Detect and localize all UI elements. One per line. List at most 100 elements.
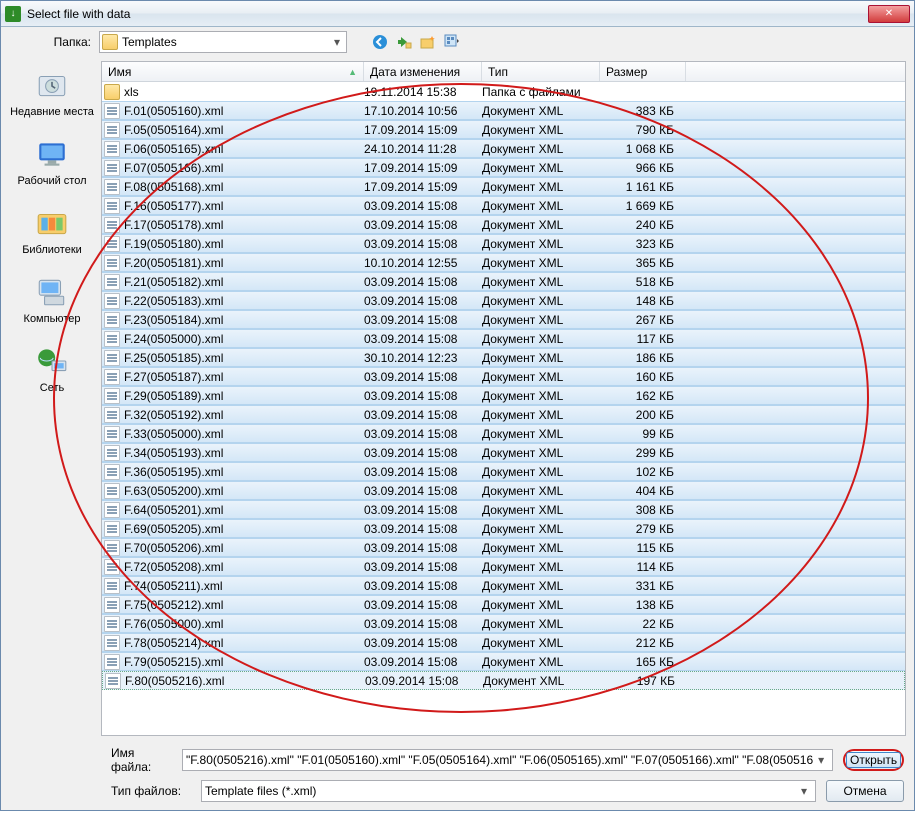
file-size: 267 КБ xyxy=(600,313,680,327)
file-row[interactable]: F.74(0505211).xml03.09.2014 15:08Докумен… xyxy=(102,576,905,595)
file-row[interactable]: F.05(0505164).xml17.09.2014 15:09Докумен… xyxy=(102,120,905,139)
file-name: F.79(0505215).xml xyxy=(124,655,364,669)
folder-dropdown[interactable]: Templates ▾ xyxy=(99,31,347,53)
file-row[interactable]: F.25(0505185).xml30.10.2014 12:23Докумен… xyxy=(102,348,905,367)
file-list: Имя▲ Дата изменения Тип Размер xls19.11.… xyxy=(101,61,906,736)
file-date: 03.09.2014 15:08 xyxy=(364,522,482,536)
file-row[interactable]: F.06(0505165).xml24.10.2014 11:28Докумен… xyxy=(102,139,905,158)
col-type[interactable]: Тип xyxy=(482,62,600,81)
filename-label: Имя файла: xyxy=(111,746,172,774)
file-size: 308 КБ xyxy=(600,503,680,517)
file-row[interactable]: F.72(0505208).xml03.09.2014 15:08Докумен… xyxy=(102,557,905,576)
views-button[interactable] xyxy=(443,33,461,51)
xml-file-icon xyxy=(104,654,120,670)
file-date: 03.09.2014 15:08 xyxy=(364,598,482,612)
folder-icon xyxy=(104,84,120,100)
file-row[interactable]: F.32(0505192).xml03.09.2014 15:08Докумен… xyxy=(102,405,905,424)
file-row[interactable]: F.24(0505000).xml03.09.2014 15:08Докумен… xyxy=(102,329,905,348)
file-row[interactable]: F.34(0505193).xml03.09.2014 15:08Докумен… xyxy=(102,443,905,462)
file-type: Документ XML xyxy=(482,218,600,232)
file-row[interactable]: F.22(0505183).xml03.09.2014 15:08Докумен… xyxy=(102,291,905,310)
file-row[interactable]: F.76(0505000).xml03.09.2014 15:08Докумен… xyxy=(102,614,905,633)
col-size[interactable]: Размер xyxy=(600,62,686,81)
filename-input[interactable]: "F.80(0505216).xml" "F.01(0505160).xml" … xyxy=(182,749,833,771)
xml-file-icon xyxy=(104,502,120,518)
file-row[interactable]: F.16(0505177).xml03.09.2014 15:08Докумен… xyxy=(102,196,905,215)
file-size: 22 КБ xyxy=(600,617,680,631)
file-row[interactable]: F.64(0505201).xml03.09.2014 15:08Докумен… xyxy=(102,500,905,519)
file-name: F.72(0505208).xml xyxy=(124,560,364,574)
up-one-level-button[interactable] xyxy=(395,33,413,51)
file-row[interactable]: F.21(0505182).xml03.09.2014 15:08Докумен… xyxy=(102,272,905,291)
file-size: 240 КБ xyxy=(600,218,680,232)
file-row[interactable]: F.79(0505215).xml03.09.2014 15:08Докумен… xyxy=(102,652,905,671)
xml-file-icon xyxy=(104,350,120,366)
file-size: 383 КБ xyxy=(600,104,680,118)
file-row[interactable]: F.70(0505206).xml03.09.2014 15:08Докумен… xyxy=(102,538,905,557)
file-row[interactable]: F.63(0505200).xml03.09.2014 15:08Докумен… xyxy=(102,481,905,500)
file-name: F.08(0505168).xml xyxy=(124,180,364,194)
file-size: 299 КБ xyxy=(600,446,680,460)
file-row[interactable]: F.75(0505212).xml03.09.2014 15:08Докумен… xyxy=(102,595,905,614)
xml-file-icon xyxy=(104,464,120,480)
folder-row[interactable]: xls19.11.2014 15:38Папка с файлами xyxy=(102,82,905,101)
file-size: 365 КБ xyxy=(600,256,680,270)
col-name[interactable]: Имя▲ xyxy=(102,62,364,81)
xml-file-icon xyxy=(104,445,120,461)
file-name: F.80(0505216).xml xyxy=(125,674,365,688)
place-computer[interactable]: Компьютер xyxy=(24,274,81,325)
chevron-down-icon[interactable]: ▾ xyxy=(796,784,812,798)
place-network[interactable]: Сеть xyxy=(34,343,70,394)
file-size: 212 КБ xyxy=(600,636,680,650)
filetype-dropdown[interactable]: Template files (*.xml) ▾ xyxy=(201,780,816,802)
file-row[interactable]: F.69(0505205).xml03.09.2014 15:08Докумен… xyxy=(102,519,905,538)
file-date: 03.09.2014 15:08 xyxy=(364,218,482,232)
file-row[interactable]: F.78(0505214).xml03.09.2014 15:08Докумен… xyxy=(102,633,905,652)
chevron-down-icon: ▾ xyxy=(330,35,344,49)
file-row[interactable]: F.19(0505180).xml03.09.2014 15:08Докумен… xyxy=(102,234,905,253)
chevron-down-icon[interactable]: ▾ xyxy=(813,753,829,767)
file-row[interactable]: F.33(0505000).xml03.09.2014 15:08Докумен… xyxy=(102,424,905,443)
window-title: Select file with data xyxy=(27,7,868,21)
close-button[interactable]: ✕ xyxy=(868,5,910,23)
file-name: xls xyxy=(124,85,364,99)
file-row[interactable]: F.80(0505216).xml03.09.2014 15:08Докумен… xyxy=(102,671,905,690)
file-name: F.24(0505000).xml xyxy=(124,332,364,346)
file-row[interactable]: F.07(0505166).xml17.09.2014 15:09Докумен… xyxy=(102,158,905,177)
file-date: 03.09.2014 15:08 xyxy=(364,408,482,422)
place-libraries[interactable]: Библиотеки xyxy=(22,205,82,256)
file-date: 03.09.2014 15:08 xyxy=(364,389,482,403)
file-row[interactable]: F.36(0505195).xml03.09.2014 15:08Докумен… xyxy=(102,462,905,481)
file-size: 117 КБ xyxy=(600,332,680,346)
filetype-value: Template files (*.xml) xyxy=(205,784,796,798)
file-date: 19.11.2014 15:38 xyxy=(364,85,482,99)
file-name: F.20(0505181).xml xyxy=(124,256,364,270)
file-size: 138 КБ xyxy=(600,598,680,612)
place-recent[interactable]: Недавние места xyxy=(10,67,94,118)
file-row[interactable]: F.29(0505189).xml03.09.2014 15:08Докумен… xyxy=(102,386,905,405)
xml-file-icon xyxy=(104,388,120,404)
file-size: 279 КБ xyxy=(600,522,680,536)
file-row[interactable]: F.08(0505168).xml17.09.2014 15:09Докумен… xyxy=(102,177,905,196)
place-desktop[interactable]: Рабочий стол xyxy=(17,136,86,187)
bottom-panel: Имя файла: "F.80(0505216).xml" "F.01(050… xyxy=(1,740,914,810)
file-row[interactable]: F.20(0505181).xml10.10.2014 12:55Докумен… xyxy=(102,253,905,272)
file-date: 24.10.2014 11:28 xyxy=(364,142,482,156)
file-date: 03.09.2014 15:08 xyxy=(364,655,482,669)
col-date[interactable]: Дата изменения xyxy=(364,62,482,81)
file-row[interactable]: F.23(0505184).xml03.09.2014 15:08Докумен… xyxy=(102,310,905,329)
file-date: 03.09.2014 15:08 xyxy=(364,237,482,251)
new-folder-button[interactable] xyxy=(419,33,437,51)
file-name: F.34(0505193).xml xyxy=(124,446,364,460)
xml-file-icon xyxy=(104,274,120,290)
file-row[interactable]: F.27(0505187).xml03.09.2014 15:08Докумен… xyxy=(102,367,905,386)
cancel-button[interactable]: Отмена xyxy=(826,780,904,802)
back-button[interactable] xyxy=(371,33,389,51)
open-button[interactable]: Открыть xyxy=(843,749,904,771)
computer-icon xyxy=(34,274,70,310)
titlebar: ↓ Select file with data ✕ xyxy=(1,1,914,27)
file-row[interactable]: F.17(0505178).xml03.09.2014 15:08Докумен… xyxy=(102,215,905,234)
column-headers[interactable]: Имя▲ Дата изменения Тип Размер xyxy=(102,62,905,82)
file-size: 790 КБ xyxy=(600,123,680,137)
file-row[interactable]: F.01(0505160).xml17.10.2014 10:56Докумен… xyxy=(102,101,905,120)
